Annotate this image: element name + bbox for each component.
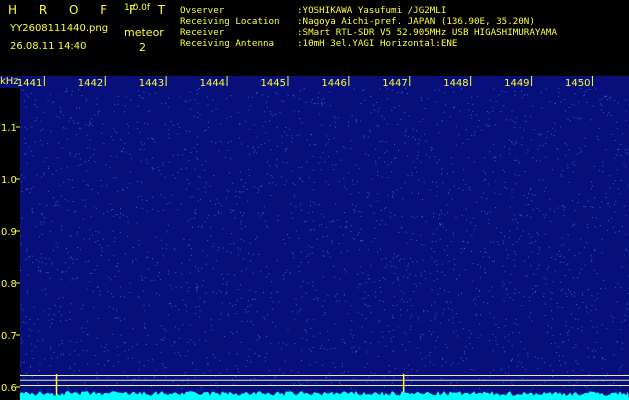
date-time: 26.08.11 14:40 <box>10 41 87 52</box>
x-tick-label: 1448 <box>443 78 468 89</box>
info-label: Receiver <box>180 27 225 38</box>
x-tick-label: 1445 <box>261 78 286 89</box>
info-label: Ovserver <box>180 5 225 16</box>
y-tick-label: 1.1 <box>1 123 17 134</box>
station-info: Ovserver :YOSHIKAWA Yasufumi /JG2MLI Rece… <box>180 5 557 49</box>
x-tick-label: 1447 <box>382 78 407 89</box>
x-tick-label: 1442 <box>78 78 103 89</box>
y-tick-label: 0.6 <box>1 383 17 394</box>
meteor-count: 2 <box>139 41 146 54</box>
x-tick-label: 1450 <box>565 78 590 89</box>
info-value: :Nagoya Aichi-pref. JAPAN (136.90E, 35.2… <box>297 16 535 27</box>
plot-area <box>20 88 629 400</box>
meteor-label: meteor <box>124 26 164 39</box>
x-tick-label: 1441 <box>17 78 42 89</box>
x-tick-label: 1449 <box>504 78 529 89</box>
file-name: YY2608111440.png <box>10 23 109 34</box>
x-tick-label: 1444 <box>200 78 225 89</box>
info-row-observer: Ovserver :YOSHIKAWA Yasufumi /JG2MLI <box>180 5 557 16</box>
y-tick-label: 0.9 <box>1 227 17 238</box>
y-tick-label: 1.0 <box>1 175 17 186</box>
info-row-location: Receiving Location :Nagoya Aichi-pref. JA… <box>180 16 557 27</box>
y-tick-label: 0.7 <box>1 331 17 342</box>
y-tick-label: 0.8 <box>1 279 17 290</box>
info-value: :SMart RTL-SDR V5 52.905MHz USB HIGASHIM… <box>297 27 557 38</box>
info-row-antenna: Receiving Antenna :10mH 3el.YAGI Horizont… <box>180 38 557 49</box>
info-value: :10mH 3el.YAGI Horizontal:ENE <box>297 38 458 49</box>
x-tick-label: 1446 <box>321 78 346 89</box>
info-value: :YOSHIKAWA Yasufumi /JG2MLI <box>297 5 447 16</box>
info-label: Receiving Antenna <box>180 38 275 49</box>
x-tick-label: 1443 <box>139 78 164 89</box>
spectrogram: 1441 1442 1443 1444 1445 1446 1447 1448 1449 1450… <box>0 76 629 400</box>
info-row-receiver: Receiver :SMart RTL-SDR V5 52.905MHz USB … <box>180 27 557 38</box>
app-version: 1.0.0f <box>124 3 151 13</box>
y-axis-label: kHz <box>0 76 19 87</box>
info-label: Receiving Location <box>180 16 280 27</box>
